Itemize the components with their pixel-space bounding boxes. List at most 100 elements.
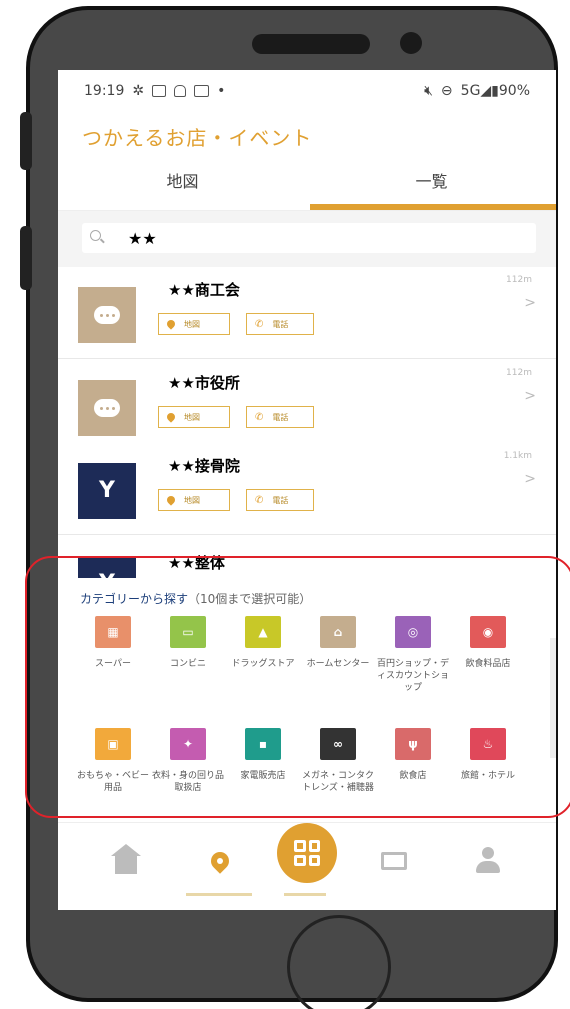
store-name: ★★市役所 bbox=[168, 374, 240, 392]
category-panel: カテゴリーから探す（10個まで選択可能） ▦ スーパー ▭ コンビニ ▲ ドラッグストア ⌂… bbox=[58, 578, 556, 822]
store-name: ★★接骨院 bbox=[168, 457, 240, 475]
list-item[interactable]: Y ★★接骨院 1.1km > 地図 ✆ 電話 bbox=[58, 443, 556, 535]
phone-button[interactable]: ✆ 電話 bbox=[246, 313, 314, 335]
store-distance: 112m bbox=[506, 275, 532, 285]
category-title: カテゴリーから探す（10個まで選択可能） bbox=[80, 590, 311, 607]
view-tabs: 地図 一覧 bbox=[58, 162, 556, 210]
phone-icon: ✆ bbox=[255, 318, 264, 330]
toy-baby-icon: ▣ bbox=[95, 728, 131, 760]
store-distance: 112m bbox=[506, 368, 532, 378]
hotel-icon: ♨ bbox=[470, 728, 506, 760]
nav-home[interactable] bbox=[106, 841, 146, 881]
category-label: 家電販売店 bbox=[240, 771, 286, 781]
phone-icon: ✆ bbox=[255, 494, 264, 506]
network-status: 5G◢▮90% bbox=[460, 83, 530, 99]
phone-button-label: 電話 bbox=[272, 495, 289, 505]
nav-stores[interactable] bbox=[200, 841, 240, 881]
category-label: ドラッグストア bbox=[231, 659, 295, 669]
category-label: 旅館・ホテル bbox=[460, 771, 515, 781]
category-item[interactable]: ▦ スーパー bbox=[76, 616, 150, 670]
glasses-icon: ∞ bbox=[320, 728, 356, 760]
chat-bubble-icon bbox=[78, 380, 136, 436]
map-pin-icon bbox=[165, 411, 177, 423]
category-label: コンビニ bbox=[169, 659, 206, 669]
list-item[interactable]: ★★市役所 112m > 地図 ✆ 電話 bbox=[58, 360, 556, 452]
category-label: ホームセンター bbox=[306, 659, 370, 669]
nav-active-indicator bbox=[186, 893, 252, 896]
chevron-right-icon: > bbox=[524, 471, 536, 487]
map-pin-icon bbox=[165, 318, 177, 330]
category-item[interactable]: ∞ メガネ・コンタクトレンズ・補聴器 bbox=[301, 728, 375, 794]
tab-list[interactable]: 一覧 bbox=[307, 162, 556, 210]
drugstore-icon: ▲ bbox=[245, 616, 281, 648]
home-center-icon: ⌂ bbox=[320, 616, 356, 648]
chevron-right-icon: > bbox=[524, 388, 536, 404]
phone-button-label: 電話 bbox=[272, 412, 289, 422]
category-item[interactable]: ✦ 衣料・身の回り品取扱店 bbox=[151, 728, 225, 794]
food-store-icon: ◉ bbox=[470, 616, 506, 648]
user-icon bbox=[474, 847, 502, 875]
tab-map[interactable]: 地図 bbox=[58, 162, 307, 210]
phone-icon: ✆ bbox=[255, 411, 264, 423]
nav-ticket[interactable] bbox=[374, 841, 414, 881]
ticket-icon bbox=[381, 852, 407, 870]
category-item[interactable]: ◎ 百円ショップ・ディスカウントショップ bbox=[376, 616, 450, 694]
dot-icon: • bbox=[217, 83, 226, 99]
search-icon bbox=[90, 230, 101, 241]
restaurant-icon: ψ bbox=[395, 728, 431, 760]
search-area bbox=[58, 211, 556, 267]
list-item[interactable]: ★★商工会 112m > 地図 ✆ 電話 bbox=[58, 267, 556, 359]
category-label: 衣料・身の回り品取扱店 bbox=[151, 771, 224, 793]
app-title: つかえるお店・イベント bbox=[82, 126, 313, 150]
category-item[interactable]: ◉ 飲食料品店 bbox=[451, 616, 525, 670]
home-button[interactable] bbox=[287, 915, 391, 1009]
nav-mypage[interactable] bbox=[468, 841, 508, 881]
do-not-disturb-icon: ⊖ bbox=[440, 83, 453, 99]
category-item[interactable]: ▪ 家電販売店 bbox=[226, 728, 300, 782]
phone-button[interactable]: ✆ 電話 bbox=[246, 406, 314, 428]
speaker-grille bbox=[252, 34, 370, 54]
category-label: スーパー bbox=[95, 659, 131, 669]
phone-button[interactable]: ✆ 電話 bbox=[246, 489, 314, 511]
chevron-right-icon: > bbox=[524, 295, 536, 311]
phone-button-label: 電話 bbox=[272, 319, 289, 329]
map-pin-icon bbox=[165, 494, 177, 506]
store-distance: 1.1km bbox=[503, 451, 532, 461]
category-label: おもちゃ・ベビー用品 bbox=[76, 771, 149, 793]
category-subtitle: （10個まで選択可能） bbox=[188, 592, 312, 606]
map-button[interactable]: 地図 bbox=[158, 313, 230, 335]
category-item[interactable]: ψ 飲食店 bbox=[376, 728, 450, 782]
category-label: 百円ショップ・ディスカウントショップ bbox=[376, 659, 449, 693]
category-title-text: カテゴリーから探す bbox=[80, 592, 189, 606]
map-button[interactable]: 地図 bbox=[158, 406, 230, 428]
qr-code-icon bbox=[294, 840, 320, 866]
mail-icon bbox=[194, 85, 210, 97]
bottom-navigation bbox=[58, 822, 556, 910]
status-time: 19:19 bbox=[84, 83, 125, 99]
home-icon bbox=[111, 844, 141, 874]
map-pin-icon bbox=[207, 848, 233, 874]
search-input[interactable] bbox=[128, 226, 508, 250]
mute-icon: 🔇︎ bbox=[424, 83, 433, 99]
search-box[interactable] bbox=[82, 223, 536, 253]
category-item[interactable]: ▭ コンビニ bbox=[151, 616, 225, 670]
category-item[interactable]: ⌂ ホームセンター bbox=[301, 616, 375, 670]
clothing-icon: ✦ bbox=[170, 728, 206, 760]
map-button-label: 地図 bbox=[184, 412, 200, 422]
category-label: 飲食店 bbox=[399, 771, 427, 781]
hundred-yen-shop-icon: ◎ bbox=[395, 616, 431, 648]
cocktail-glass-icon: Y bbox=[78, 463, 136, 519]
front-camera bbox=[400, 32, 422, 54]
category-item[interactable]: ▣ おもちゃ・ベビー用品 bbox=[76, 728, 150, 794]
map-button[interactable]: 地図 bbox=[158, 489, 230, 511]
scrollbar[interactable] bbox=[550, 638, 556, 758]
nav-qr-button[interactable] bbox=[277, 823, 337, 883]
appliance-icon: ▪ bbox=[245, 728, 281, 760]
category-item[interactable]: ♨ 旅館・ホテル bbox=[451, 728, 525, 782]
category-label: 飲食料品店 bbox=[465, 659, 511, 669]
volume-down-button[interactable] bbox=[20, 226, 32, 290]
android-icon bbox=[174, 85, 187, 97]
store-name: ★★商工会 bbox=[168, 281, 240, 299]
volume-up-button[interactable] bbox=[20, 112, 32, 170]
category-item[interactable]: ▲ ドラッグストア bbox=[226, 616, 300, 670]
